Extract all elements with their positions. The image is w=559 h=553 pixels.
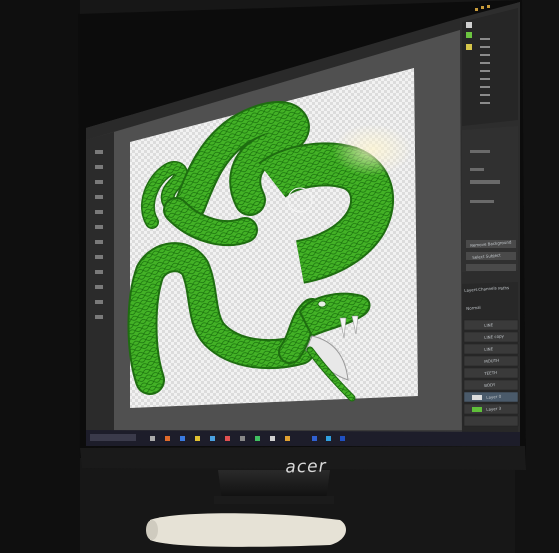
paper-roll	[150, 513, 346, 547]
tab-paths[interactable]: Paths	[498, 285, 509, 291]
layer-name[interactable]: BODY	[484, 382, 496, 388]
screen-glare	[332, 124, 412, 176]
taskbar-search[interactable]	[90, 434, 136, 441]
acer-logo: acer	[285, 456, 327, 478]
layer-name[interactable]: LINE	[484, 322, 493, 328]
layer-name[interactable]: LINE	[484, 346, 493, 352]
tools-panel	[86, 132, 114, 436]
